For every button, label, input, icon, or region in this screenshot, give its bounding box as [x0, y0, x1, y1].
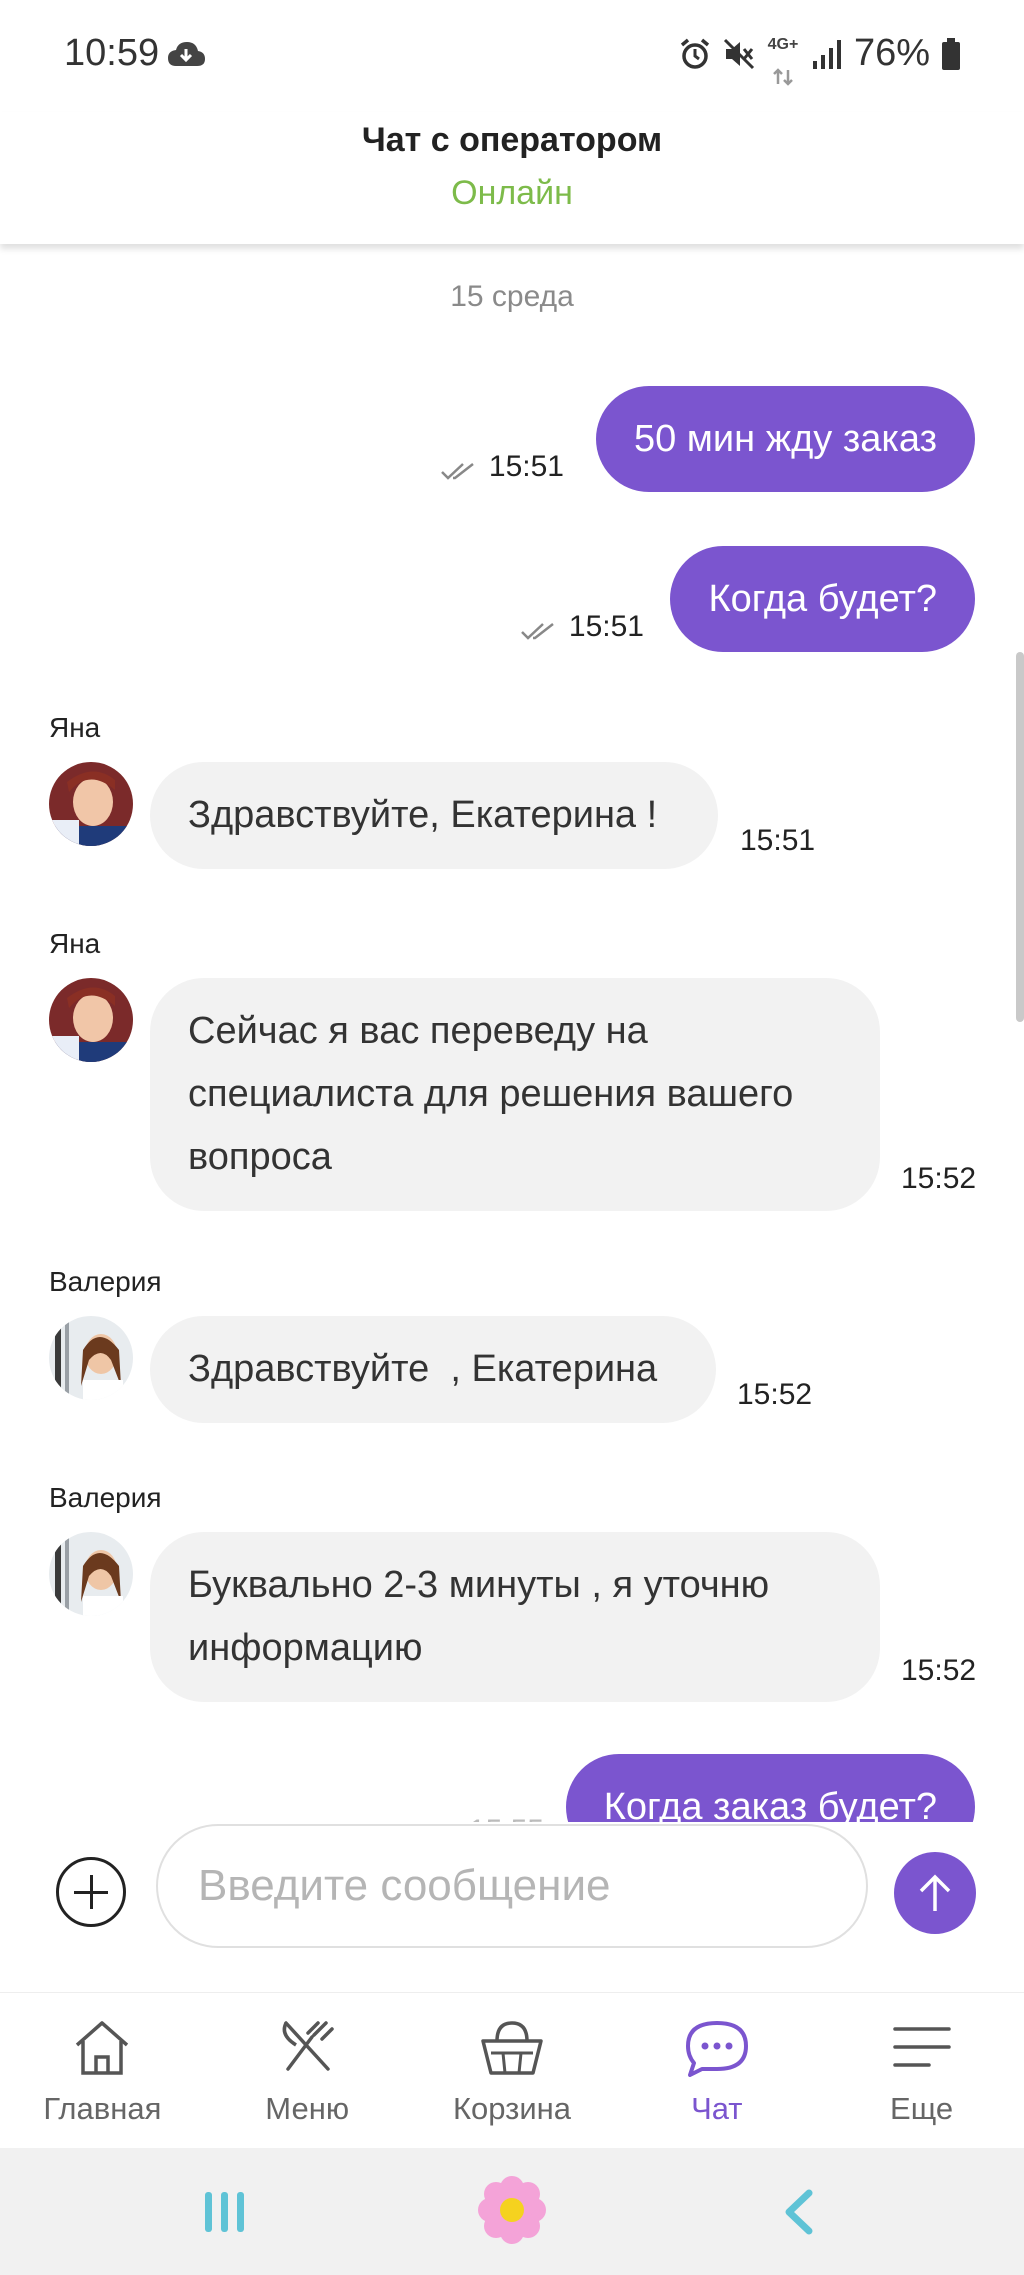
- message-time: 15:51: [568, 610, 644, 643]
- operator-status: Онлайн: [451, 174, 573, 212]
- alarm-icon: [678, 37, 712, 71]
- arrow-up-icon: [919, 1874, 951, 1911]
- message-time: 15:52: [901, 1162, 977, 1195]
- status-icons: 4G+ 76%: [678, 32, 962, 86]
- message-incoming[interactable]: Сейчас я вас переведу на специалиста для…: [150, 978, 880, 1211]
- nav-item-chat[interactable]: Чат: [614, 1993, 819, 2148]
- message-time: 15:52: [737, 1378, 813, 1411]
- system-nav-bar: [0, 2148, 1024, 2275]
- fork-knife-icon: [272, 2017, 342, 2079]
- avatar: [49, 978, 133, 1062]
- network-4g-icon: 4G+: [766, 36, 800, 86]
- read-checks-icon: [519, 616, 561, 640]
- message-time: 15:52: [901, 1654, 977, 1687]
- bottom-nav: Главная Меню Корзина Чат Еще: [0, 1992, 1024, 2148]
- status-bar: 10:59 4G+ 76%: [0, 0, 1024, 112]
- nav-item-menu[interactable]: Меню: [205, 1993, 410, 2148]
- back-chevron-icon: [785, 2189, 813, 2235]
- hamburger-icon: [887, 2017, 957, 2079]
- sender-name: Валерия: [49, 1266, 162, 1297]
- chat-header: Чат с оператором Онлайн: [0, 112, 1024, 244]
- date-separator: 15 среда: [450, 280, 574, 313]
- sender-name: Яна: [49, 928, 101, 959]
- message-meta: 15:51: [519, 610, 644, 644]
- message-outgoing[interactable]: Когда будет?: [670, 546, 975, 652]
- message-time: 15:55: [469, 1814, 544, 1822]
- signal-icon: [810, 37, 844, 71]
- nav-item-more[interactable]: Еще: [819, 1993, 1024, 2148]
- avatar: [49, 1316, 133, 1400]
- avatar: [49, 762, 133, 846]
- message-incoming[interactable]: Здравствуйте, Екатерина !: [150, 762, 718, 869]
- message-time: 15:51: [740, 824, 816, 857]
- nav-label: Меню: [265, 2091, 350, 2126]
- chat-messages[interactable]: 15 среда 50 мин жду заказ 15:51 Когда бу…: [0, 244, 1024, 1822]
- chat-icon: [682, 2017, 752, 2079]
- battery-percent: 76%: [853, 32, 930, 74]
- nav-label: Главная: [43, 2091, 162, 2126]
- message-incoming[interactable]: Здравствуйте , Екатерина: [150, 1316, 716, 1423]
- nav-label: Еще: [890, 2091, 954, 2126]
- status-time: 10:59: [64, 32, 160, 74]
- sender-name: Валерия: [49, 1482, 162, 1513]
- battery-icon: [940, 37, 962, 71]
- message-outgoing[interactable]: 50 мин жду заказ: [595, 386, 975, 492]
- message-meta: 15:51: [439, 450, 564, 484]
- cloud-sync-icon: [166, 40, 206, 73]
- home-icon: [67, 2017, 137, 2079]
- message-input[interactable]: [156, 1824, 868, 1948]
- home-button[interactable]: [476, 2174, 548, 2246]
- chat-scrollbar[interactable]: [1016, 652, 1024, 1022]
- mute-icon: [722, 37, 756, 71]
- nav-label: Корзина: [452, 2091, 572, 2126]
- page-title: Чат с оператором: [361, 121, 663, 159]
- sender-name: Яна: [49, 712, 101, 743]
- avatar: [49, 1532, 133, 1616]
- attach-button[interactable]: [56, 1857, 126, 1927]
- message-meta: 15:55: [469, 1814, 544, 1822]
- message-outgoing[interactable]: Когда заказ будет?: [565, 1754, 975, 1822]
- message-composer: [0, 1822, 1024, 1992]
- message-time: 15:51: [488, 450, 564, 483]
- nav-label: Чат: [691, 2091, 743, 2126]
- back-button[interactable]: [764, 2182, 834, 2242]
- recent-apps-icon: [205, 2192, 244, 2232]
- recent-apps-button[interactable]: [190, 2182, 260, 2242]
- flower-home-icon: [478, 2176, 546, 2244]
- nav-item-cart[interactable]: Корзина: [410, 1993, 615, 2148]
- message-incoming[interactable]: Буквально 2-3 минуты , я уточню информац…: [150, 1532, 880, 1702]
- send-button[interactable]: [894, 1852, 976, 1934]
- nav-item-home[interactable]: Главная: [0, 1993, 205, 2148]
- basket-icon: [477, 2017, 547, 2079]
- read-checks-icon: [439, 456, 481, 480]
